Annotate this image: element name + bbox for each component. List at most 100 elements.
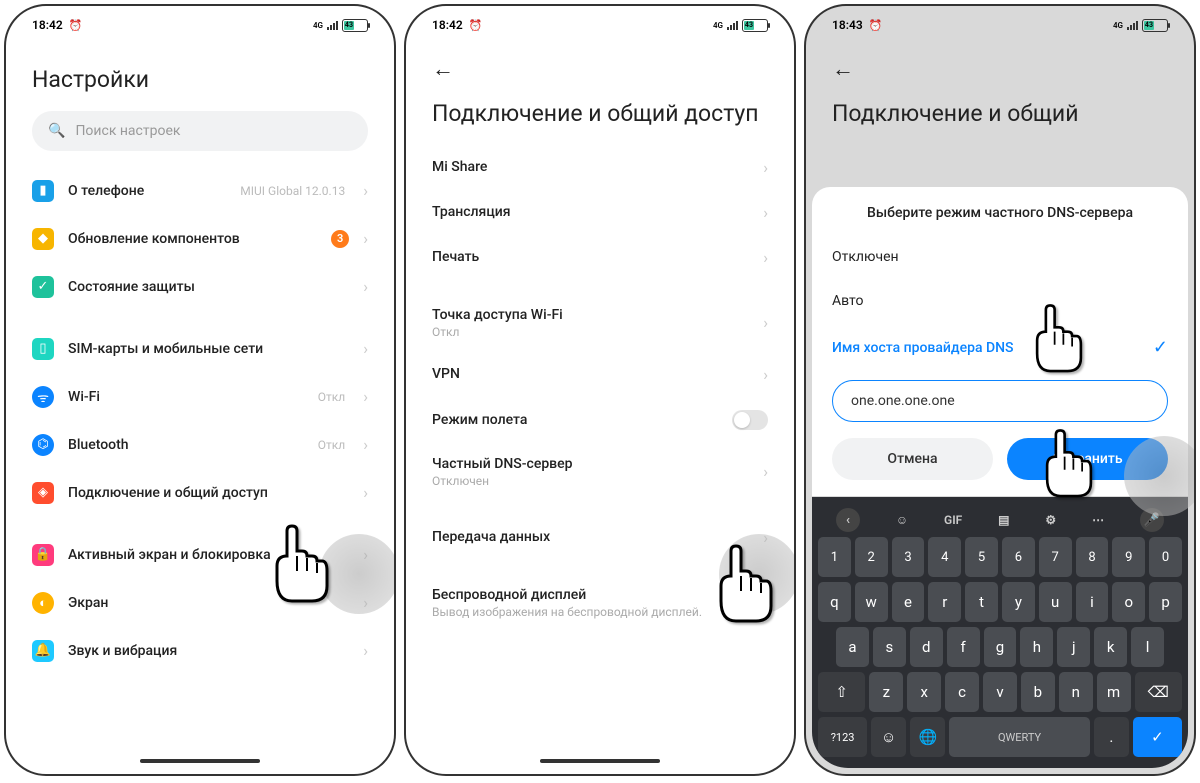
key-period[interactable]: . — [1094, 717, 1129, 757]
key-8[interactable]: 8 — [1076, 537, 1109, 577]
row-sim[interactable]: ▯ SIM-карты и мобильные сети › — [32, 325, 368, 373]
option-hostname[interactable]: Имя хоста провайдера DNS✓ — [832, 323, 1168, 372]
keyboard[interactable]: ‹ ☺ GIF ▤ ⚙ ⋯ 🎤 1234567890 qwertyuiop as… — [812, 497, 1188, 768]
row-lockscreen[interactable]: 🔒 Активный экран и блокировка › — [32, 531, 368, 579]
watermark — [319, 534, 396, 614]
row-bluetooth[interactable]: ⌬ Bluetooth Откл › — [32, 421, 368, 469]
search-input[interactable]: 🔍 Поиск настроек — [32, 111, 368, 151]
key-g[interactable]: g — [984, 627, 1017, 667]
key-lang[interactable]: 🌐 — [910, 717, 945, 757]
key-v[interactable]: v — [983, 672, 1017, 712]
row-updates[interactable]: ◆ Обновление компонентов 3 › — [32, 215, 368, 263]
key-emoji[interactable]: ☺ — [871, 717, 906, 757]
row-connection-sharing[interactable]: ◈ Подключение и общий доступ › — [32, 469, 368, 517]
key-5[interactable]: 5 — [965, 537, 998, 577]
row-sound[interactable]: 🔔 Звук и вибрация › — [32, 627, 368, 675]
key-0[interactable]: 0 — [1149, 537, 1182, 577]
key-f[interactable]: f — [947, 627, 980, 667]
airplane-toggle[interactable] — [732, 410, 768, 430]
key-backspace[interactable]: ⌫ — [1135, 672, 1182, 712]
sound-icon: 🔔 — [32, 640, 54, 662]
key-m[interactable]: m — [1097, 672, 1131, 712]
back-button[interactable]: ← — [432, 48, 454, 82]
battery-icon: 43 — [742, 19, 768, 32]
kbd-row-numbers: 1234567890 — [818, 537, 1182, 577]
kbd-gif-button[interactable]: GIF — [944, 513, 962, 527]
row-print[interactable]: Печать› — [432, 235, 768, 280]
key-b[interactable]: b — [1021, 672, 1055, 712]
row-vpn[interactable]: VPN› — [432, 352, 768, 397]
net-4g-icon: 4G — [1113, 21, 1123, 30]
chevron-right-icon: › — [363, 483, 368, 502]
kbd-sticker-icon[interactable]: ☺ — [896, 513, 908, 527]
chevron-right-icon: › — [363, 229, 368, 248]
key-u[interactable]: u — [1039, 582, 1072, 622]
key-r[interactable]: r — [928, 582, 961, 622]
key-s[interactable]: s — [873, 627, 906, 667]
key-2[interactable]: 2 — [855, 537, 888, 577]
key-symbols[interactable]: ?123 — [818, 717, 867, 757]
clock: 18:42 — [432, 18, 463, 32]
key-i[interactable]: i — [1076, 582, 1109, 622]
key-4[interactable]: 4 — [928, 537, 961, 577]
key-enter[interactable]: ✓ — [1133, 717, 1182, 757]
clock: 18:43 — [832, 18, 863, 32]
key-c[interactable]: c — [945, 672, 979, 712]
back-button[interactable]: ← — [832, 48, 854, 82]
option-off[interactable]: Отключен — [832, 235, 1168, 279]
key-j[interactable]: j — [1057, 627, 1090, 667]
key-7[interactable]: 7 — [1039, 537, 1072, 577]
kbd-settings-icon[interactable]: ⚙ — [1045, 513, 1056, 527]
key-x[interactable]: x — [907, 672, 941, 712]
key-z[interactable]: z — [869, 672, 903, 712]
key-6[interactable]: 6 — [1002, 537, 1035, 577]
key-1[interactable]: 1 — [818, 537, 851, 577]
watermark — [1124, 436, 1196, 516]
status-bar: 18:42 4G43 — [12, 12, 388, 38]
key-9[interactable]: 9 — [1112, 537, 1145, 577]
key-shift[interactable]: ⇧ — [818, 672, 865, 712]
row-airplane[interactable]: Режим полета — [432, 397, 768, 443]
key-l[interactable]: l — [1131, 627, 1164, 667]
home-indicator[interactable] — [540, 759, 660, 763]
key-e[interactable]: e — [892, 582, 925, 622]
key-n[interactable]: n — [1059, 672, 1093, 712]
row-display[interactable]: ◐ Экран › — [32, 579, 368, 627]
key-space[interactable]: QWERTY — [949, 717, 1089, 757]
key-d[interactable]: d — [910, 627, 943, 667]
home-indicator[interactable] — [140, 759, 260, 763]
row-private-dns[interactable]: Частный DNS-серверОтключен› — [432, 443, 768, 501]
sheet-title: Выберите режим частного DNS-сервера — [832, 205, 1168, 221]
row-security[interactable]: ✓ Состояние защиты › — [32, 263, 368, 311]
key-w[interactable]: w — [855, 582, 888, 622]
row-wireless-display[interactable]: Беспроводной дисплейВывод изображения на… — [432, 574, 768, 632]
row-wifi[interactable]: ᯤ Wi-Fi Откл › — [32, 373, 368, 421]
row-cast[interactable]: Трансляция› — [432, 190, 768, 235]
row-about-phone[interactable]: ▮ О телефоне MIUI Global 12.0.13 › — [32, 167, 368, 215]
key-o[interactable]: o — [1112, 582, 1145, 622]
kbd-clipboard-icon[interactable]: ▤ — [998, 513, 1009, 527]
kbd-collapse-icon[interactable]: ‹ — [836, 508, 860, 532]
row-data-usage[interactable]: Передача данных› — [432, 515, 768, 560]
key-h[interactable]: h — [1020, 627, 1053, 667]
key-3[interactable]: 3 — [892, 537, 925, 577]
watermark — [719, 534, 796, 614]
dns-hostname-input[interactable]: one.one.one.one — [832, 380, 1168, 422]
kbd-row-3: ⇧ zxcvbnm ⌫ — [818, 672, 1182, 712]
row-hotspot[interactable]: Точка доступа Wi-FiОткл› — [432, 294, 768, 352]
cancel-button[interactable]: Отмена — [832, 438, 993, 480]
phone-settings: 18:42 4G43 Настройки 🔍 Поиск настроек ▮ … — [4, 4, 396, 776]
option-auto[interactable]: Авто — [832, 279, 1168, 323]
alarm-icon — [469, 18, 483, 32]
key-p[interactable]: p — [1149, 582, 1182, 622]
key-y[interactable]: y — [1002, 582, 1035, 622]
key-q[interactable]: q — [818, 582, 851, 622]
key-t[interactable]: t — [965, 582, 998, 622]
row-mishare[interactable]: Mi Share› — [432, 145, 768, 190]
key-k[interactable]: k — [1094, 627, 1127, 667]
kbd-row-4: ?123 ☺ 🌐 QWERTY . ✓ — [818, 717, 1182, 757]
key-a[interactable]: a — [836, 627, 869, 667]
kbd-more-icon[interactable]: ⋯ — [1092, 513, 1104, 527]
page-title: Подключение и общий доступ — [432, 100, 768, 129]
bluetooth-icon: ⌬ — [32, 434, 54, 456]
